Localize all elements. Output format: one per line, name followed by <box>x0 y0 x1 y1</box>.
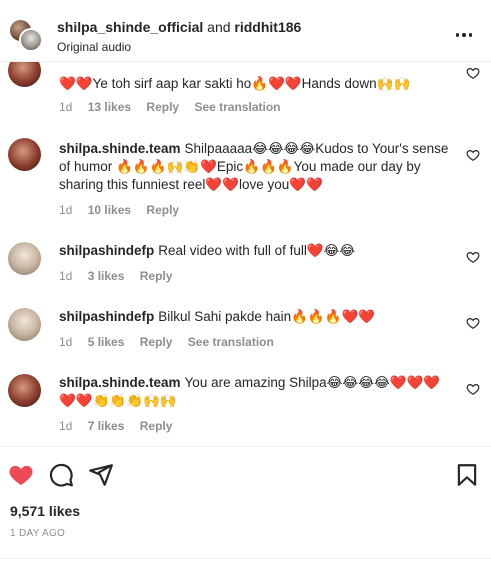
comment-text: shilpashindefp Real video with full of fu… <box>59 242 454 260</box>
comments-list[interactable]: ❤️❤️Ye toh sirf aap kar sakti ho🔥❤️❤️Han… <box>0 62 491 446</box>
see-translation-button[interactable]: See translation <box>194 100 280 114</box>
comment-meta: 1d 3 likes Reply <box>59 269 184 283</box>
comment-icon[interactable] <box>48 462 74 488</box>
see-translation-button[interactable]: See translation <box>188 335 274 349</box>
comment-username[interactable]: shilpashindefp <box>59 243 154 258</box>
comment-like-icon[interactable] <box>466 316 480 330</box>
comment-text: shilpa.shinde.team You are amazing Shilpa… <box>59 374 454 410</box>
header-title: shilpa_shinde_official and riddhit186 <box>57 19 301 35</box>
comment-time[interactable]: 1d <box>59 419 72 433</box>
comment-like-icon[interactable] <box>466 66 480 80</box>
comment-meta: 1d 10 likes Reply <box>59 203 191 217</box>
reply-button[interactable]: Reply <box>140 419 173 433</box>
post-date[interactable]: 1 DAY AGO <box>10 528 65 539</box>
comment-time[interactable]: 1d <box>59 100 72 114</box>
comment-likes[interactable]: 7 likes <box>88 419 125 433</box>
reply-button[interactable]: Reply <box>146 100 179 114</box>
comment-like-icon[interactable] <box>466 148 480 162</box>
comment-meta: 1d 7 likes Reply <box>59 419 184 433</box>
comment-likes[interactable]: 3 likes <box>88 269 125 283</box>
reply-button[interactable]: Reply <box>146 203 179 217</box>
comment-like-icon[interactable] <box>466 250 480 264</box>
heart-filled-icon[interactable] <box>8 462 34 488</box>
collaborator-link[interactable]: riddhit186 <box>234 19 301 35</box>
avatar[interactable] <box>8 62 41 87</box>
comment-meta: 1d 13 likes Reply See translation <box>59 100 292 114</box>
avatar[interactable] <box>8 374 41 407</box>
joiner-text: and <box>207 19 231 35</box>
audio-link[interactable]: Original audio <box>57 40 131 54</box>
avatar[interactable] <box>8 138 41 171</box>
username-link[interactable]: shilpa_shinde_official <box>57 19 203 35</box>
comment-time[interactable]: 1d <box>59 335 72 349</box>
comment-likes[interactable]: 10 likes <box>88 203 131 217</box>
avatar-riddhit[interactable] <box>19 28 43 52</box>
comment-text: shilpashindefp Bilkul Sahi pakde hain🔥🔥🔥❤… <box>59 308 454 326</box>
comment-likes[interactable]: 13 likes <box>88 100 131 114</box>
reply-button[interactable]: Reply <box>140 335 173 349</box>
comment-text: shilpa.shinde.team Shilpaaaaa😂😂😂😂Kudos to… <box>59 140 454 194</box>
share-icon[interactable] <box>88 462 114 488</box>
comment-time[interactable]: 1d <box>59 269 72 283</box>
avatar-stack[interactable] <box>8 18 44 54</box>
comment-time[interactable]: 1d <box>59 203 72 217</box>
bookmark-icon[interactable] <box>454 462 480 488</box>
avatar[interactable] <box>8 242 41 275</box>
comment-like-icon[interactable] <box>466 382 480 396</box>
comment-text: ❤️❤️Ye toh sirf aap kar sakti ho🔥❤️❤️Han… <box>59 76 411 91</box>
more-options-icon[interactable] <box>453 26 475 44</box>
comment-username[interactable]: shilpa.shinde.team <box>59 141 181 156</box>
comment-likes[interactable]: 5 likes <box>88 335 125 349</box>
comment-meta: 1d 5 likes Reply See translation <box>59 335 286 349</box>
avatar[interactable] <box>8 308 41 341</box>
comment-username[interactable]: shilpa.shinde.team <box>59 375 181 390</box>
divider <box>0 558 491 559</box>
comment-body: Bilkul Sahi pakde hain🔥🔥🔥❤️❤️ <box>158 309 376 324</box>
post-header: shilpa_shinde_official and riddhit186 Or… <box>0 0 491 62</box>
likes-count[interactable]: 9,571 likes <box>10 503 80 519</box>
comment-username[interactable]: shilpashindefp <box>59 309 154 324</box>
reply-button[interactable]: Reply <box>140 269 173 283</box>
comment-body: Real video with full of full❤️😂😂 <box>158 243 356 258</box>
post-actions: 9,571 likes 1 DAY AGO <box>0 447 491 562</box>
